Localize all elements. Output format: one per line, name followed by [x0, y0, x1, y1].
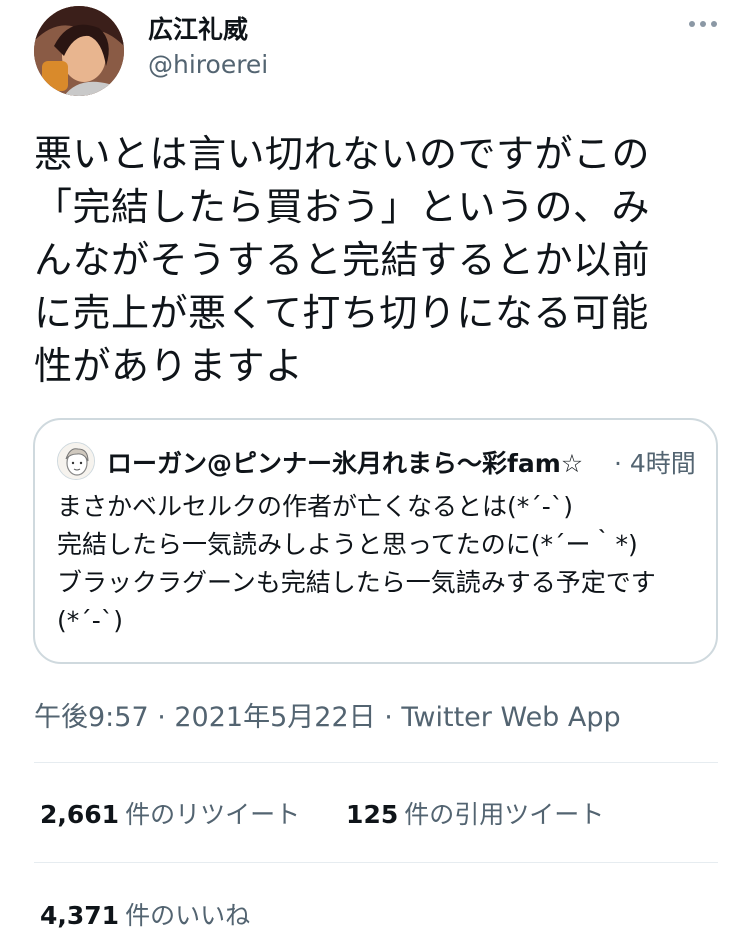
quote-time: · 4時間: [614, 449, 696, 478]
quote-text: まさかベルセルクの作者が亡くなるとは(*´-`) 完結したら一気読みしようと思っ…: [57, 492, 656, 635]
user-handle[interactable]: @hiroerei: [148, 50, 268, 79]
stats-row: 2,661 件のリツイート 125 件の引用ツイート: [40, 795, 642, 831]
more-dot: [700, 21, 706, 27]
quotes-stat[interactable]: 125 件の引用ツイート: [346, 795, 604, 831]
retweets-stat[interactable]: 2,661 件のリツイート: [40, 795, 300, 831]
divider: [34, 762, 718, 763]
likes-row: 4,371 件のいいね: [40, 896, 288, 932]
more-dot: [689, 21, 695, 27]
tweet-header: 広江礼威 @hiroerei: [0, 0, 750, 110]
tweet-source[interactable]: Twitter Web App: [401, 702, 620, 733]
divider: [34, 862, 718, 863]
likes-label: 件のいいね: [125, 901, 251, 930]
likes-count: 4,371: [40, 901, 120, 930]
display-name[interactable]: 広江礼威: [148, 10, 248, 46]
more-options-icon[interactable]: [688, 14, 718, 34]
quote-user-avatar: [57, 442, 95, 480]
retweets-label: 件のリツイート: [125, 800, 301, 829]
quote-display-name: ローガン@ピンナー氷月れまら〜彩fam☆: [107, 449, 584, 478]
user-avatar[interactable]: [34, 6, 124, 96]
retweets-count: 2,661: [40, 800, 120, 829]
quotes-count: 125: [346, 800, 399, 829]
tweet-meta: 午後9:57 · 2021年5月22日 · Twitter Web App: [34, 695, 621, 734]
more-dot: [711, 21, 717, 27]
quotes-label: 件の引用ツイート: [404, 800, 605, 829]
tweet-timestamp[interactable]: 午後9:57 · 2021年5月22日 ·: [34, 702, 401, 733]
quoted-tweet[interactable]: ローガン@ピンナー氷月れまら〜彩fam☆ · 4時間 まさかベルセルクの作者が亡…: [33, 418, 718, 664]
tweet-text: 悪いとは言い切れないのですがこの 「完結したら買おう」というの、み んながそうす…: [34, 132, 651, 388]
likes-stat[interactable]: 4,371 件のいいね: [40, 896, 250, 932]
